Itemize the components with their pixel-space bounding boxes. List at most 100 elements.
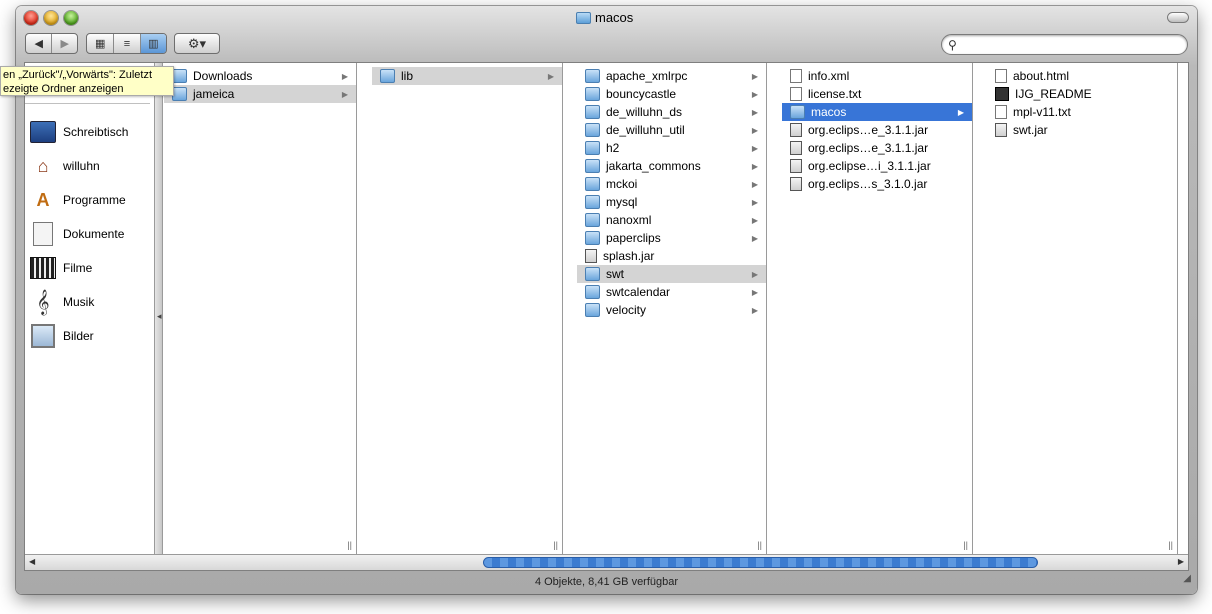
toolbar-toggle-button[interactable] <box>1167 12 1189 23</box>
music-icon: 𝄞 <box>36 289 50 314</box>
sidebar-item-programme[interactable]: A Programme <box>29 185 153 215</box>
list-item[interactable]: paperclips ▶ <box>577 229 766 247</box>
scrollbar-thumb[interactable] <box>483 557 1038 568</box>
list-item[interactable]: splash.jar <box>577 247 766 265</box>
applications-icon: A <box>36 189 50 210</box>
list-item[interactable]: mysql ▶ <box>577 193 766 211</box>
list-item[interactable]: bouncycastle ▶ <box>577 85 766 103</box>
icon-view-button[interactable]: ▦ <box>87 34 113 53</box>
column-resize-handle[interactable]: || <box>963 540 968 550</box>
list-item[interactable]: jakarta_commons ▶ <box>577 157 766 175</box>
item-label: h2 <box>606 141 620 155</box>
sidebar-splitter[interactable]: ◂ <box>155 63 163 570</box>
disclosure-arrow-icon: ▶ <box>751 125 758 135</box>
sidebar-item-schreibtisch[interactable]: Schreibtisch <box>29 117 153 147</box>
disclosure-arrow-icon: ▶ <box>751 89 758 99</box>
window-title-text: macos <box>595 10 634 25</box>
list-item[interactable]: swtcalendar ▶ <box>577 283 766 301</box>
column-view-button[interactable]: ▥ <box>139 34 166 53</box>
sidebar-item-bilder[interactable]: Bilder <box>29 321 153 351</box>
item-label: about.html <box>1013 69 1070 83</box>
list-item[interactable]: info.xml <box>782 67 972 85</box>
list-item[interactable]: IJG_README <box>987 85 1177 103</box>
list-item[interactable]: lib ▶ <box>372 67 562 85</box>
folder-icon <box>172 69 187 83</box>
disclosure-arrow-icon: ▶ <box>751 305 758 315</box>
list-item[interactable]: org.eclips…e_3.1.1.jar <box>782 139 972 157</box>
list-item[interactable]: h2 ▶ <box>577 139 766 157</box>
sidebar-item-willuhn[interactable]: ⌂ willuhn <box>29 151 153 181</box>
sidebar-item-label: willuhn <box>63 159 100 173</box>
column-5: about.html IJG_README mpl-v11.txt swt.ja… <box>987 63 1178 554</box>
splitter-handle-icon: ◂ <box>157 311 162 321</box>
zoom-button[interactable] <box>64 11 78 25</box>
list-item[interactable]: Downloads ▶ <box>164 67 356 85</box>
horizontal-scrollbar[interactable]: ◀ ▶ <box>25 554 1188 570</box>
disclosure-arrow-icon: ▶ <box>751 143 758 153</box>
column-resize-handle[interactable]: || <box>757 540 762 550</box>
item-label: IJG_README <box>1015 87 1092 101</box>
jar-file-icon <box>790 159 802 173</box>
list-item[interactable]: swt ▶ <box>577 265 766 283</box>
folder-icon <box>585 195 600 209</box>
item-label: de_willuhn_util <box>606 123 685 137</box>
text-file-icon <box>995 105 1007 119</box>
list-item[interactable]: about.html <box>987 67 1177 85</box>
list-item[interactable]: org.eclips…e_3.1.1.jar <box>782 121 972 139</box>
folder-icon <box>585 159 600 173</box>
folder-icon <box>172 87 187 101</box>
column-resize-handle[interactable]: || <box>553 540 558 550</box>
column-2: lib ▶ || <box>372 63 563 554</box>
jar-file-icon <box>585 249 597 263</box>
minimize-button[interactable] <box>44 11 58 25</box>
sidebar-item-dokumente[interactable]: Dokumente <box>29 219 153 249</box>
item-label: mpl-v11.txt <box>1013 105 1071 119</box>
desktop-icon <box>29 118 57 146</box>
list-item[interactable]: license.txt <box>782 85 972 103</box>
list-view-button[interactable]: ≡ <box>113 34 139 53</box>
back-button[interactable]: ◀ <box>26 34 51 53</box>
title-bar[interactable]: macos <box>16 6 1197 30</box>
list-item[interactable]: nanoxml ▶ <box>577 211 766 229</box>
item-label: mckoi <box>606 177 638 191</box>
sidebar-item-musik[interactable]: 𝄞 Musik <box>29 287 153 317</box>
close-button[interactable] <box>24 11 38 25</box>
search-field[interactable]: ⚲ <box>941 34 1188 55</box>
tooltip-line: ezeigte Ordner anzeigen <box>3 83 124 95</box>
list-item[interactable]: org.eclips…s_3.1.0.jar <box>782 175 972 193</box>
item-label: nanoxml <box>606 213 652 227</box>
forward-button[interactable]: ▶ <box>51 34 77 53</box>
folder-icon <box>585 303 600 317</box>
folder-icon <box>585 87 600 101</box>
disclosure-arrow-icon: ▶ <box>751 287 758 297</box>
list-item[interactable]: de_willuhn_util ▶ <box>577 121 766 139</box>
list-item[interactable]: de_willuhn_ds ▶ <box>577 103 766 121</box>
jar-file-icon <box>790 141 802 155</box>
tooltip: en „Zurück"/„Vorwärts": Zuletzt ezeigte … <box>0 66 174 96</box>
item-label: jameica <box>193 87 235 101</box>
item-label: org.eclipse…i_3.1.1.jar <box>808 159 931 173</box>
list-item[interactable]: velocity ▶ <box>577 301 766 319</box>
item-label: mysql <box>606 195 638 209</box>
column-3: apache_xmlrpc ▶ bouncycastle ▶ de_willuhn_… <box>577 63 767 554</box>
action-menu-button[interactable]: ⚙▾ <box>174 33 220 54</box>
scroll-right-arrow-icon[interactable]: ▶ <box>1178 557 1184 566</box>
list-item[interactable]: jameica ▶ <box>164 85 356 103</box>
list-item[interactable]: swt.jar <box>987 121 1177 139</box>
sidebar-item-filme[interactable]: Filme <box>29 253 153 283</box>
item-label: de_willuhn_ds <box>606 105 683 119</box>
list-item[interactable]: org.eclipse…i_3.1.1.jar <box>782 157 972 175</box>
scroll-left-arrow-icon[interactable]: ◀ <box>29 557 35 566</box>
column-resize-handle[interactable]: || <box>347 540 352 550</box>
list-item[interactable]: mckoi ▶ <box>577 175 766 193</box>
item-label: jakarta_commons <box>606 159 701 173</box>
column-resize-handle[interactable]: || <box>1168 540 1173 550</box>
disclosure-arrow-icon: ▶ <box>547 71 554 81</box>
list-item[interactable]: apache_xmlrpc ▶ <box>577 67 766 85</box>
list-item[interactable]: mpl-v11.txt <box>987 103 1177 121</box>
list-item[interactable]: macos ▶ <box>782 103 972 121</box>
disclosure-arrow-icon: ▶ <box>751 71 758 81</box>
resize-grip-icon[interactable]: ◢ <box>1183 568 1191 590</box>
sidebar-divider <box>25 103 150 104</box>
view-switcher: ▦ ≡ ▥ <box>86 33 167 54</box>
